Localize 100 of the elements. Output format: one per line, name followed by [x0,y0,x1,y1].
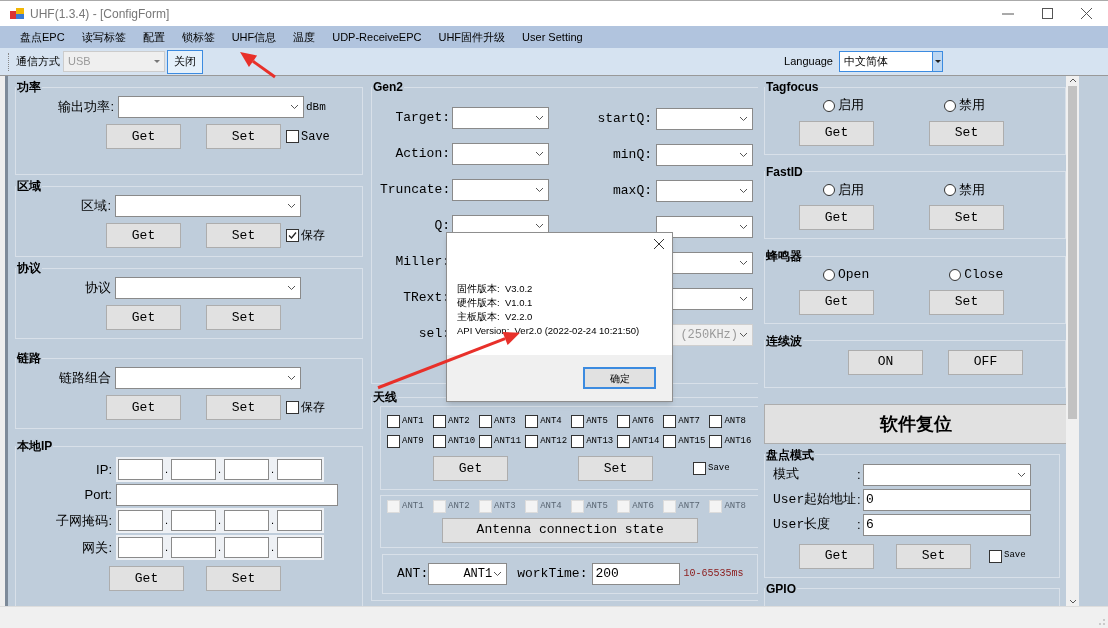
radio-button[interactable] [823,184,835,197]
action-button[interactable]: Set [929,205,1004,230]
checkbox[interactable] [286,229,299,242]
minimize-icon[interactable] [1002,12,1014,15]
action-button[interactable]: Get [433,456,508,481]
dropdown[interactable] [115,367,301,389]
menu-item[interactable]: UHF信息 [231,28,277,46]
action-button[interactable]: Set [896,543,971,569]
menu-item[interactable]: 温度 [293,28,316,46]
action-button[interactable]: Get [109,566,184,591]
dropdown[interactable] [656,144,753,166]
menu-item[interactable]: User Setting [522,28,583,46]
checkbox[interactable] [479,415,493,429]
menu-item[interactable]: UHF固件升级 [438,28,506,46]
checkbox[interactable] [693,462,706,475]
action-button[interactable]: Get [799,205,874,230]
scrollbar-thumb[interactable] [1068,86,1077,419]
octet-field[interactable] [224,537,269,558]
checkbox[interactable] [525,434,539,448]
menu-item[interactable]: UDP-ReceiveEPC [332,28,422,46]
dropdown[interactable] [115,195,301,217]
octet-field[interactable] [277,459,322,480]
menu-item[interactable]: 锁标签 [181,28,215,46]
dropdown[interactable] [118,96,304,118]
action-button[interactable]: Get [106,124,181,149]
action-button[interactable]: Get [106,395,181,420]
octet-field[interactable] [171,459,216,480]
checkbox[interactable] [387,415,400,429]
input-field[interactable]: 6 [863,513,1031,536]
dropdown[interactable]: ANT1 [428,562,508,585]
radio-button[interactable] [823,268,835,281]
checkbox[interactable] [571,434,585,448]
radio-button[interactable] [944,184,956,197]
checkbox[interactable] [479,434,493,448]
action-button[interactable]: Get [106,223,181,248]
checkbox[interactable] [571,415,585,429]
close-icon[interactable] [654,239,664,249]
checkbox[interactable] [989,549,1002,563]
action-button[interactable]: Get [106,305,181,330]
action-button[interactable]: Set [929,289,1004,315]
dropdown[interactable] [656,180,753,202]
port-field[interactable] [116,484,338,506]
action-button[interactable]: Set [929,120,1004,146]
maximize-icon[interactable] [1042,8,1053,19]
radio-label: 启用 [838,97,864,115]
action-button[interactable]: Set [206,395,281,420]
checkbox[interactable] [617,415,631,429]
checkbox[interactable] [525,415,539,429]
action-button[interactable]: Set [206,566,281,591]
octet-field[interactable] [277,537,322,558]
radio-button[interactable] [823,99,835,112]
language-dropdown[interactable]: 中文简体 [839,51,943,72]
resize-grip-icon[interactable] [1098,618,1106,626]
radio-button[interactable] [949,268,962,281]
dropdown[interactable] [656,108,753,130]
input-field[interactable]: 0 [863,488,1031,511]
octet-field[interactable] [118,510,163,531]
action-button[interactable]: Get [799,543,874,569]
checkbox[interactable] [663,434,677,448]
checkbox[interactable] [433,434,447,448]
dropdown[interactable] [452,107,549,129]
octet-field[interactable] [224,459,269,480]
checkbox[interactable] [286,401,299,414]
dropdown[interactable] [115,277,301,299]
close-button[interactable]: 关闭 [167,49,203,74]
action-button[interactable]: ON [848,349,923,375]
menu-item[interactable]: 读写标签 [81,28,126,46]
checkbox[interactable] [709,434,723,448]
chevron-icon [739,224,748,230]
close-icon[interactable] [1081,8,1092,19]
action-button[interactable]: Set [578,456,653,481]
dropdown[interactable] [452,179,549,201]
action-button[interactable]: Get [799,289,874,315]
octet-field[interactable] [118,459,163,480]
action-button[interactable]: Set [206,124,281,149]
scroll-up-icon[interactable] [1068,78,1077,83]
action-button[interactable]: Set [206,305,281,330]
octet-field[interactable] [118,537,163,558]
octet-field[interactable] [277,510,322,531]
action-button[interactable]: Set [206,223,281,248]
octet-field[interactable] [171,510,216,531]
dropdown[interactable] [863,463,1031,486]
checkbox[interactable] [433,415,447,429]
worktime-field[interactable]: 200 [592,562,681,585]
checkbox[interactable] [286,130,299,143]
checkbox[interactable] [617,434,631,448]
dropdown[interactable] [452,143,549,165]
action-button[interactable]: Get [799,120,874,146]
checkbox[interactable] [709,415,723,429]
ok-button[interactable]: 确定 [583,367,656,389]
action-button[interactable]: OFF [948,349,1023,375]
octet-field[interactable] [171,537,216,558]
menu-item[interactable]: 盘点EPC [20,28,65,46]
radio-button[interactable] [944,99,956,112]
reset-button[interactable]: 软件复位 [764,403,1066,444]
checkbox[interactable] [387,434,400,448]
menu-item[interactable]: 配置 [142,28,165,46]
checkbox[interactable] [663,415,677,429]
octet-field[interactable] [224,510,269,531]
scroll-down-icon[interactable] [1068,599,1077,604]
